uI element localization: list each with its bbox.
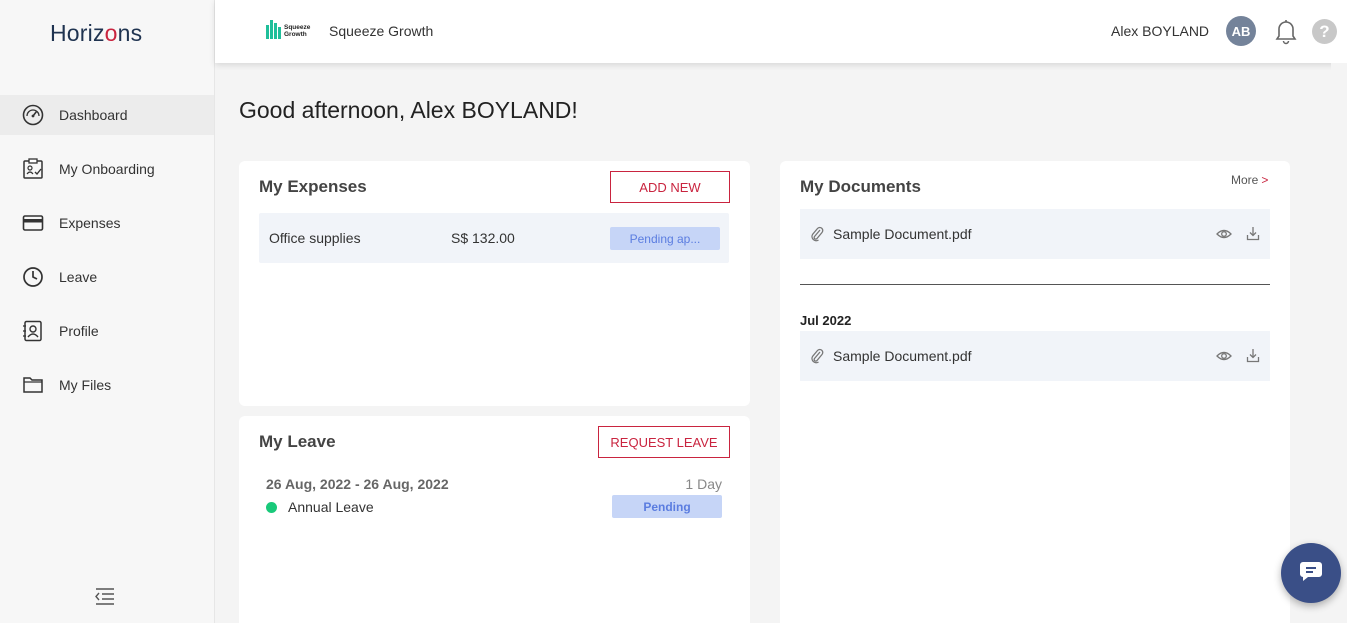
paperclip-icon (810, 226, 824, 242)
download-icon[interactable] (1246, 348, 1260, 363)
sidebar-item-leave[interactable]: Leave (0, 257, 214, 297)
sidebar-item-my-files[interactable]: My Files (0, 365, 214, 405)
chat-bubble-icon (1298, 559, 1324, 588)
greeting: Good afternoon, Alex BOYLAND! (239, 97, 578, 123)
paperclip-icon (810, 348, 824, 364)
help-icon[interactable]: ? (1312, 19, 1337, 44)
documents-card: My Documents More > Sample Document.pdf J… (780, 161, 1290, 623)
sidebar-item-label: My Files (59, 377, 112, 393)
sidebar-item-label: Profile (59, 323, 99, 339)
bell-icon[interactable] (1273, 17, 1299, 45)
document-row[interactable]: Sample Document.pdf (800, 209, 1270, 259)
sidebar-item-label: My Onboarding (59, 161, 155, 177)
leave-title: My Leave (259, 432, 336, 451)
leave-type-dot (266, 502, 277, 513)
leave-type: Annual Leave (288, 499, 374, 515)
document-name: Sample Document.pdf (833, 348, 972, 364)
sidebar-item-my-onboarding[interactable]: My Onboarding (0, 149, 214, 189)
sidebar: Horizons Dashboard My Onboarding Expense… (0, 0, 215, 623)
expenses-card: My Expenses ADD NEW Office supplies S$ 1… (239, 161, 750, 406)
sidebar-item-profile[interactable]: Profile (0, 311, 214, 351)
company-name: Squeeze Growth (329, 23, 434, 39)
expense-description: Office supplies (269, 230, 361, 246)
onboarding-checklist-icon (22, 158, 44, 180)
top-bar: Squeeze Growth Squeeze Growth Alex BOYLA… (215, 0, 1347, 63)
request-leave-button[interactable]: REQUEST LEAVE (598, 426, 730, 458)
leave-status-badge: Pending (612, 495, 722, 518)
svg-text:Squeeze: Squeeze (284, 24, 311, 31)
leave-days: 1 Day (685, 476, 722, 492)
more-label: More (1231, 173, 1259, 187)
clock-icon (22, 266, 44, 288)
avatar[interactable]: AB (1226, 16, 1256, 46)
sidebar-item-label: Dashboard (59, 107, 128, 123)
credit-card-icon (22, 212, 44, 234)
documents-more-link[interactable]: More > (1231, 173, 1268, 187)
chat-support-button[interactable] (1281, 543, 1341, 603)
user-name[interactable]: Alex BOYLAND (1111, 23, 1209, 39)
folder-icon (22, 374, 44, 396)
expenses-title: My Expenses (259, 177, 367, 196)
collapse-menu-icon[interactable] (94, 587, 116, 607)
divider (800, 284, 1270, 285)
expense-status-badge: Pending ap... (610, 227, 720, 250)
document-row[interactable]: Sample Document.pdf (800, 331, 1270, 381)
expense-row[interactable]: Office supplies S$ 132.00 Pending ap... (259, 213, 729, 263)
profile-id-icon (22, 320, 44, 342)
chevron-right-icon: > (1261, 173, 1269, 187)
eye-icon[interactable] (1216, 227, 1232, 241)
leave-card: My Leave REQUEST LEAVE 26 Aug, 2022 - 26… (239, 416, 750, 623)
sidebar-item-expenses[interactable]: Expenses (0, 203, 214, 243)
horizons-logo[interactable]: Horizons (50, 20, 142, 47)
download-icon[interactable] (1246, 226, 1260, 241)
scrollbar[interactable] (1331, 63, 1347, 623)
documents-title: My Documents (800, 177, 921, 196)
sidebar-item-label: Leave (59, 269, 98, 285)
dashboard-gauge-icon (22, 104, 44, 126)
eye-icon[interactable] (1216, 349, 1232, 363)
sidebar-item-label: Expenses (59, 215, 121, 231)
add-new-expense-button[interactable]: ADD NEW (610, 171, 730, 203)
company-logo: Squeeze Growth (265, 17, 317, 43)
expense-amount: S$ 132.00 (451, 230, 515, 246)
document-group-month: Jul 2022 (800, 313, 852, 328)
svg-text:Growth: Growth (284, 31, 307, 38)
document-name: Sample Document.pdf (833, 226, 972, 242)
sidebar-item-dashboard[interactable]: Dashboard (0, 95, 214, 135)
leave-dates: 26 Aug, 2022 - 26 Aug, 2022 (266, 476, 449, 492)
